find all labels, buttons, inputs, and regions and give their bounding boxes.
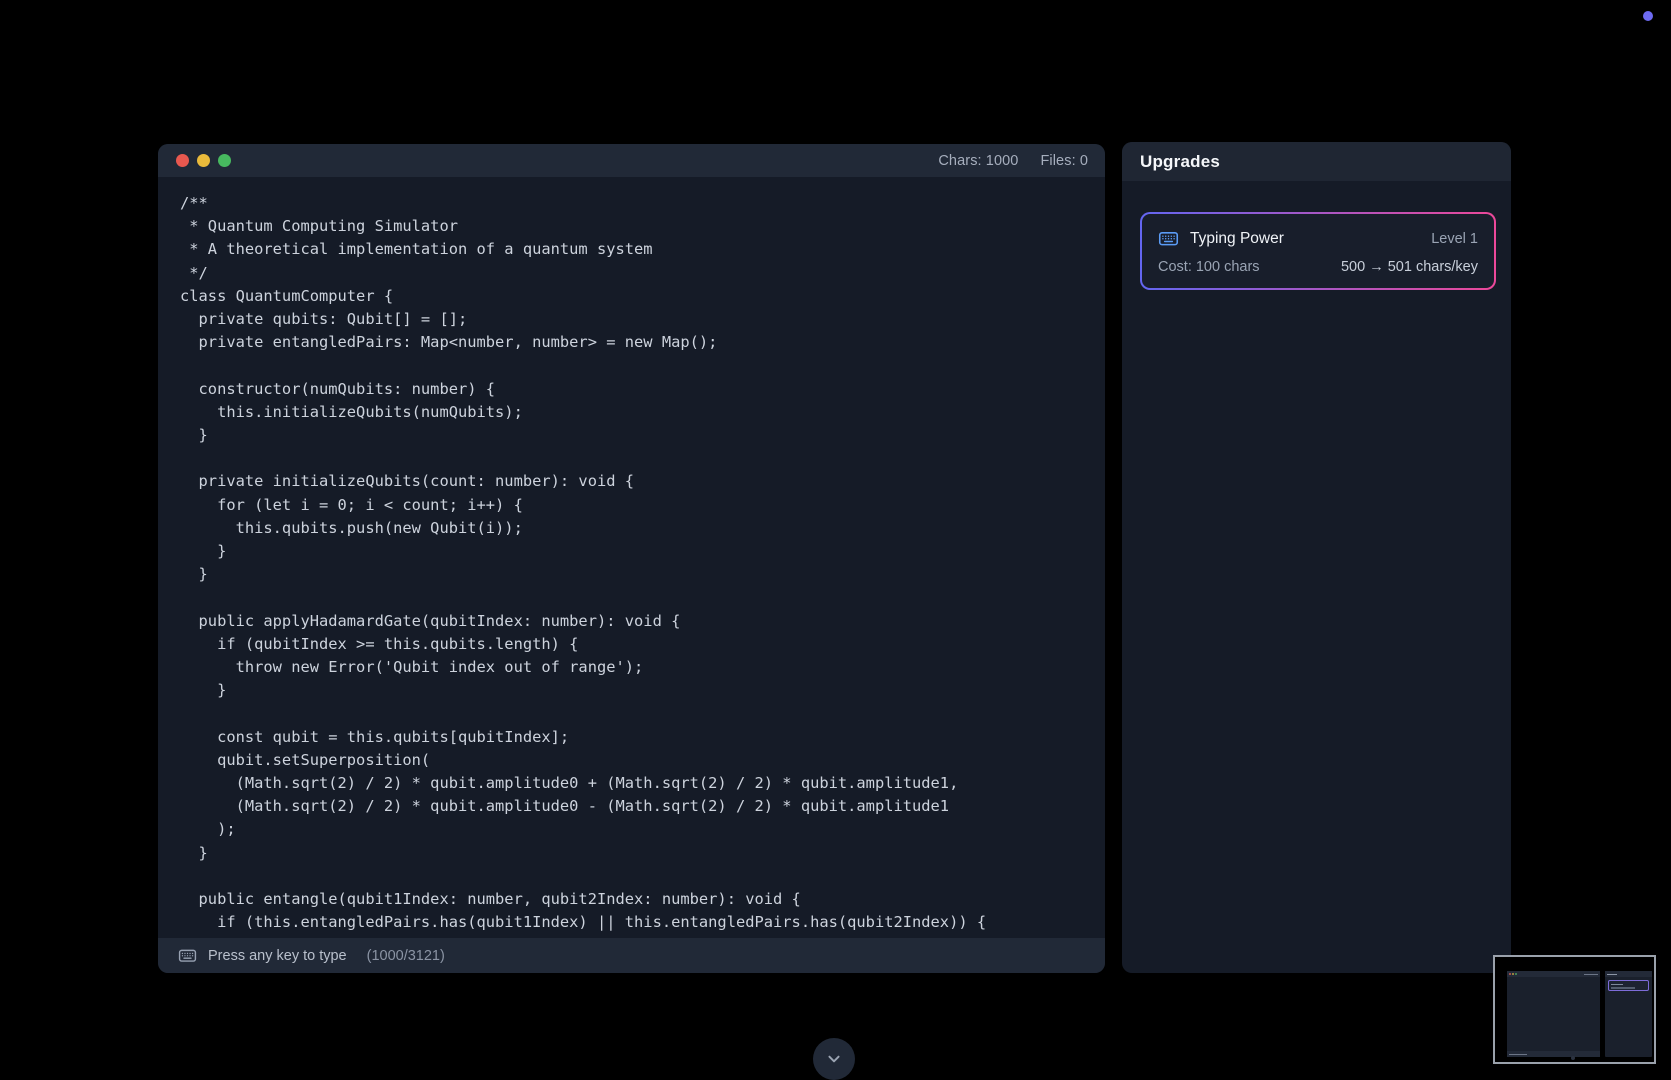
thumbnail-titlebar-stats	[1584, 974, 1598, 976]
close-button[interactable]	[176, 154, 189, 167]
thumbnail-upgrades-title	[1607, 974, 1617, 976]
window-controls	[176, 154, 231, 167]
chars-count: Chars: 1000	[938, 153, 1018, 169]
thumbnail-card-line	[1611, 984, 1623, 986]
editor-titlebar: Chars: 1000 Files: 0	[158, 144, 1105, 177]
minimize-button[interactable]	[197, 154, 210, 167]
thumbnail-editor-statusbar	[1507, 1051, 1600, 1057]
keyboard-icon	[178, 946, 197, 965]
code-area[interactable]: /** * Quantum Computing Simulator * A th…	[158, 177, 1105, 938]
thumbnail-upgrades-panel	[1605, 971, 1652, 1057]
upgrade-card-typing-power[interactable]: Typing Power Level 1 Cost: 100 chars 500…	[1140, 212, 1496, 290]
upgrade-effect: 500 → 501 chars/key	[1341, 259, 1478, 275]
thumbnail-editor-window	[1507, 971, 1600, 1057]
upgrades-panel: Upgrades Typing Power	[1122, 142, 1511, 973]
thumbnail-status-text	[1509, 1054, 1527, 1056]
zoom-button[interactable]	[218, 154, 231, 167]
thumbnail-close-dot	[1509, 973, 1511, 975]
files-count: Files: 0	[1040, 153, 1088, 169]
titlebar-stats: Chars: 1000 Files: 0	[938, 153, 1088, 169]
editor-statusbar: Press any key to type (1000/3121)	[158, 938, 1105, 973]
upgrades-list: Typing Power Level 1 Cost: 100 chars 500…	[1122, 181, 1511, 973]
screen-thumbnail[interactable]	[1493, 955, 1656, 1064]
upgrade-cost: Cost: 100 chars	[1158, 259, 1260, 275]
thumbnail-upgrade-card	[1608, 980, 1649, 991]
editor-window: Chars: 1000 Files: 0 /** * Quantum Compu…	[158, 144, 1105, 973]
code-text: /** * Quantum Computing Simulator * A th…	[180, 192, 1095, 935]
keyboard-icon	[1158, 228, 1179, 249]
thumbnail-upgrades-header	[1605, 971, 1652, 977]
upgrade-card-title-row: Typing Power Level 1	[1158, 228, 1478, 249]
upgrade-name: Typing Power	[1190, 230, 1284, 248]
upgrade-card-detail-row: Cost: 100 chars 500 → 501 chars/key	[1158, 259, 1478, 275]
upgrade-card-inner: Typing Power Level 1 Cost: 100 chars 500…	[1142, 214, 1494, 288]
chevron-down-icon	[823, 1048, 845, 1070]
notification-dot	[1643, 11, 1653, 21]
status-progress: (1000/3121)	[367, 948, 445, 964]
status-prompt: Press any key to type	[208, 948, 347, 964]
screen: Chars: 1000 Files: 0 /** * Quantum Compu…	[0, 0, 1671, 1080]
upgrade-level: Level 1	[1431, 231, 1478, 247]
thumbnail-card-line	[1611, 987, 1635, 989]
thumbnail-editor-titlebar	[1507, 971, 1600, 977]
thumbnail-zoom-dot	[1515, 973, 1517, 975]
upgrades-title: Upgrades	[1140, 152, 1220, 172]
scroll-down-button[interactable]	[813, 1038, 855, 1080]
thumbnail-minimize-dot	[1512, 973, 1514, 975]
upgrades-header: Upgrades	[1122, 142, 1511, 181]
thumbnail-scroll-button	[1571, 1056, 1575, 1060]
